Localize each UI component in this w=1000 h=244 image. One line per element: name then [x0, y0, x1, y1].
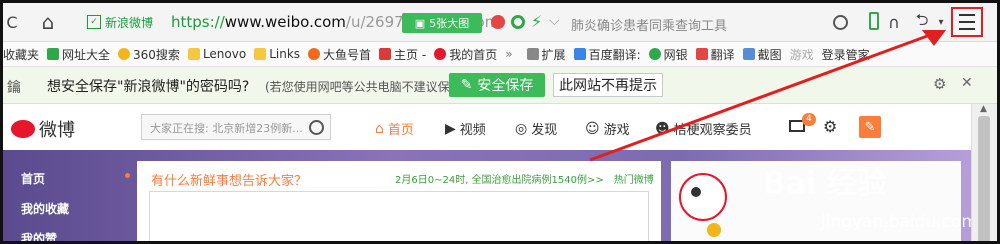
search-icon[interactable]: [309, 120, 324, 135]
weibo-navbar: 微博 大家正在搜: 北京新增23例新... ⌂ 首页 ▶ 视频 ◎ 发现 ☺ 游戏 ☻ 桔…: [3, 104, 971, 151]
sidebar-item-home[interactable]: 首页: [21, 170, 45, 187]
grid-icon: [526, 48, 539, 60]
bookmark-more[interactable]: »: [505, 47, 512, 61]
screenshot-menu[interactable]: 截图: [742, 46, 782, 63]
wrench-icon: ✎: [460, 77, 473, 93]
undo-icon[interactable]: ⮌: [911, 10, 933, 33]
never-save-button[interactable]: 此网站不再提示: [553, 73, 663, 97]
extension-icon[interactable]: [511, 15, 525, 29]
baidu-watermark: Bai 经验: [763, 166, 887, 201]
address-bar[interactable]: ✓ 新浪微博 https://www.weibo.com/u/269781586…: [79, 11, 879, 35]
mascot-image: [671, 169, 741, 237]
sidebar-item-favorites[interactable]: 我的收藏: [21, 200, 69, 217]
key-icon: 鑰: [7, 80, 21, 96]
weibo-icon: [434, 48, 447, 60]
publisher-prompt: 有什么新鲜事想告诉大家？: [151, 174, 308, 189]
folder-icon: [187, 48, 200, 60]
scrollbar-thumb[interactable]: [978, 116, 990, 241]
bookmark-myhome[interactable]: 我的首页: [434, 46, 497, 63]
globe-icon: [47, 48, 60, 60]
baidu-translate[interactable]: 百度翻译:: [573, 46, 641, 63]
bookmark-lenovo[interactable]: Lenovo: [187, 47, 246, 61]
edit-icon: ✎: [864, 119, 876, 135]
bookmark-360search[interactable]: 360搜索: [118, 46, 180, 63]
settings-icon[interactable]: ⚙: [823, 117, 837, 136]
url-host: www.weibo.com: [224, 13, 346, 31]
big-image-button[interactable]: ▣ 5张大图: [402, 13, 482, 33]
message-count-badge: 4: [802, 113, 816, 126]
site-badge: ✓ 新浪微博: [87, 14, 153, 30]
360-icon: [118, 48, 131, 60]
password-hint: (若您使用网吧等公共电脑不建议保存): [265, 80, 467, 94]
search-icon[interactable]: [833, 15, 848, 30]
login-manager[interactable]: 登录管家: [822, 46, 870, 63]
bookmark-links[interactable]: Links: [254, 47, 300, 61]
url-scheme: https://: [171, 13, 225, 31]
extensions-menu[interactable]: 扩展: [526, 46, 566, 63]
gamepad-icon: ☺: [585, 120, 600, 137]
bookmarks-bar: 收藏夹 网址大全 360搜索 Lenovo Links 大鱼号首 主页 - 我的…: [3, 42, 997, 67]
search-field[interactable]: 肺炎确诊患者同乘查询工具: [571, 15, 727, 34]
site-name: 新浪微博: [105, 15, 154, 30]
weibo-search-input[interactable]: 大家正在搜: 北京新增23例新...: [141, 114, 331, 140]
battery-icon[interactable]: [869, 12, 879, 30]
translate-menu[interactable]: 翻译: [695, 46, 735, 63]
netbank-menu[interactable]: 网银: [648, 46, 688, 63]
scrollbar[interactable]: ▲: [971, 104, 997, 241]
headphone-icon[interactable]: ∩: [883, 11, 905, 33]
nav-discover[interactable]: ◎ 发现: [515, 119, 557, 139]
weibo-logo[interactable]: 微博: [11, 116, 75, 142]
close-icon[interactable]: ✕: [961, 75, 973, 91]
nav-profile[interactable]: ☻ 桔梗观察委员: [655, 119, 752, 139]
save-password-button[interactable]: ✎ 安全保存: [449, 73, 545, 97]
bookmark-homepage[interactable]: 主页 -: [379, 46, 426, 63]
hot-topic-link[interactable]: 2月6日0~24时, 全国治愈出院病例1540例>> 热门微博: [395, 171, 654, 186]
reload-icon[interactable]: C: [5, 11, 19, 33]
record-icon[interactable]: [491, 15, 505, 29]
toutiao-icon: [379, 48, 392, 60]
nav-video[interactable]: ▶ 视频: [445, 119, 486, 139]
baidu-watermark-url: jingyan.baidu.com: [821, 212, 978, 232]
weibo-eye-icon: [11, 120, 35, 138]
big-image-label: 5张大图: [429, 17, 470, 30]
bank-icon: [648, 48, 661, 60]
main-menu-button[interactable]: [951, 7, 983, 37]
publisher-box: 有什么新鲜事想告诉大家？ 2月6日0~24时, 全国治愈出院病例1540例>> 热…: [137, 161, 661, 241]
publisher-textarea[interactable]: [149, 191, 649, 241]
nav-home[interactable]: ⌂ 首页: [375, 119, 414, 139]
compass-icon: ◎: [515, 120, 528, 137]
translate-icon: [573, 48, 586, 60]
bookmark-wangzhi[interactable]: 网址大全: [47, 46, 110, 63]
lightning-icon[interactable]: ⚡: [531, 12, 542, 31]
image-icon: ▣: [414, 16, 426, 30]
fish-icon: [308, 48, 321, 60]
sidebar-item-likes[interactable]: 我的赞: [21, 230, 57, 241]
password-question: 想安全保存"新浪微博"的密码吗?: [47, 79, 250, 95]
hot-weibo-link[interactable]: 热门微博: [614, 175, 654, 186]
password-save-bar: 鑰 想安全保存"新浪微博"的密码吗? (若您使用网吧等公共电脑不建议保存) ✎ …: [3, 67, 997, 104]
browser-window: C ⌂ ✓ 新浪微博 https://www.weibo.com/u/26978…: [0, 0, 1000, 244]
folder-icon: [254, 48, 267, 60]
hamburger-icon: [959, 14, 975, 30]
bookmark-dayu[interactable]: 大鱼号首: [308, 46, 371, 63]
home-icon[interactable]: ⌂: [37, 10, 59, 34]
site-favicon-icon: ✓: [87, 15, 101, 29]
address-toolbar: C ⌂ ✓ 新浪微博 https://www.weibo.com/u/26978…: [3, 3, 997, 42]
scroll-up-icon[interactable]: ▲: [980, 104, 987, 114]
bookmark-favorites[interactable]: 收藏夹: [3, 46, 39, 63]
new-dot-icon: [125, 173, 130, 178]
left-sidebar: 首页 我的收藏 我的赞: [3, 150, 131, 241]
scissors-icon: [742, 48, 755, 60]
translate-icon: [695, 48, 708, 60]
game-menu[interactable]: 游戏: [790, 46, 814, 63]
settings-icon[interactable]: ⚙: [933, 75, 946, 93]
user-icon: ☻: [655, 120, 670, 137]
weibo-search-placeholder: 大家正在搜: 北京新增23例新...: [150, 122, 303, 135]
compose-button[interactable]: ✎: [859, 116, 881, 138]
search-engine-icon[interactable]: ⌵: [549, 13, 560, 29]
video-icon: ▶: [445, 120, 456, 137]
dropdown-icon[interactable]: ▾: [935, 13, 947, 31]
nav-games[interactable]: ☺ 游戏: [585, 119, 630, 139]
home-icon: ⌂: [375, 120, 384, 137]
